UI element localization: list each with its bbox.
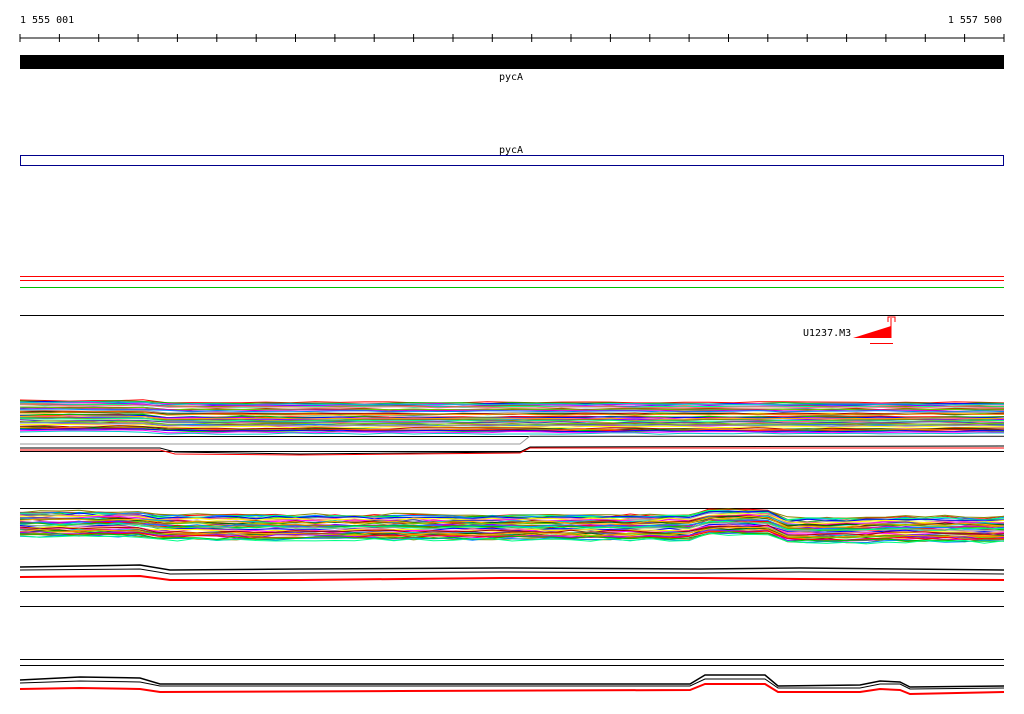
gene-track[interactable]: pycA xyxy=(20,55,1004,83)
feature-wedge[interactable] xyxy=(853,326,891,338)
coverage-track-2 xyxy=(19,508,1005,607)
coverage-line xyxy=(20,435,1004,445)
gene-label: pycA xyxy=(499,72,523,83)
gene-bar[interactable] xyxy=(20,55,1004,69)
cds-label: pycA xyxy=(499,145,523,156)
ruler-end-label: 1 557 500 xyxy=(948,15,1002,26)
coverage-track-1 xyxy=(19,399,1005,456)
coordinate-ruler: 1 555 001 1 557 500 xyxy=(19,15,1005,42)
reference-lines-track xyxy=(20,276,1004,288)
feature-track: U1237.M3 xyxy=(20,315,1004,344)
cds-box[interactable] xyxy=(20,155,1004,166)
genome-browser-view: 1 555 001 1 557 500 pycA pycA U1237.M3 xyxy=(19,15,1005,696)
coverage-line xyxy=(19,564,1005,571)
coverage-track-3 xyxy=(19,659,1005,696)
ruler-start-label: 1 555 001 xyxy=(20,15,74,26)
feature-label: U1237.M3 xyxy=(803,328,851,339)
cds-track[interactable]: pycA xyxy=(20,145,1004,166)
coverage-line xyxy=(19,574,1005,581)
feature-marker[interactable] xyxy=(853,316,896,344)
coverage-line xyxy=(19,674,1005,688)
